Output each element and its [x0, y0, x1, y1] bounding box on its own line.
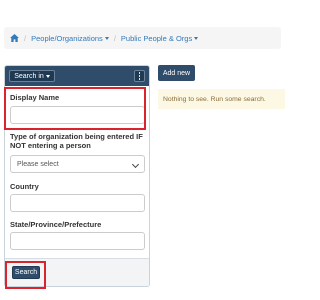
- breadcrumb-separator: /: [113, 33, 116, 43]
- org-type-select[interactable]: Please select: [10, 155, 145, 173]
- page: / People/Organizations / Public People &…: [0, 0, 285, 300]
- search-panel-header: Search in: [5, 66, 149, 86]
- add-new-button[interactable]: Add new: [158, 65, 195, 81]
- breadcrumb-item-people-organizations[interactable]: People/Organizations: [31, 34, 109, 43]
- state-input[interactable]: [10, 232, 145, 250]
- org-type-label: Type of organization being entered IF NO…: [10, 132, 143, 150]
- breadcrumb: / People/Organizations / Public People &…: [4, 27, 281, 49]
- highlight-box-display-name: [4, 87, 146, 130]
- country-label: Country: [10, 182, 39, 191]
- breadcrumb-separator: /: [24, 33, 27, 43]
- search-in-dropdown[interactable]: Search in: [9, 70, 55, 82]
- org-type-selected-value: Please select: [17, 160, 59, 168]
- search-in-label: Search in: [14, 72, 44, 80]
- caret-down-icon: [104, 36, 109, 40]
- empty-results-message: Nothing to see. Run some search.: [158, 89, 285, 109]
- highlight-box-search-button: [5, 261, 46, 289]
- vertical-ellipsis-icon[interactable]: [134, 70, 145, 82]
- breadcrumb-item-public-people-orgs[interactable]: Public People & Orgs: [120, 33, 199, 43]
- chevron-down-icon: [131, 160, 140, 169]
- country-input[interactable]: [10, 194, 145, 212]
- breadcrumb-item-label: People/Organizations: [31, 33, 103, 43]
- state-label: State/Province/Prefecture: [10, 220, 102, 229]
- caret-down-icon: [45, 74, 50, 78]
- caret-down-icon: [194, 36, 199, 40]
- home-icon[interactable]: [10, 34, 19, 42]
- breadcrumb-item-label: Public People & Orgs: [120, 33, 193, 43]
